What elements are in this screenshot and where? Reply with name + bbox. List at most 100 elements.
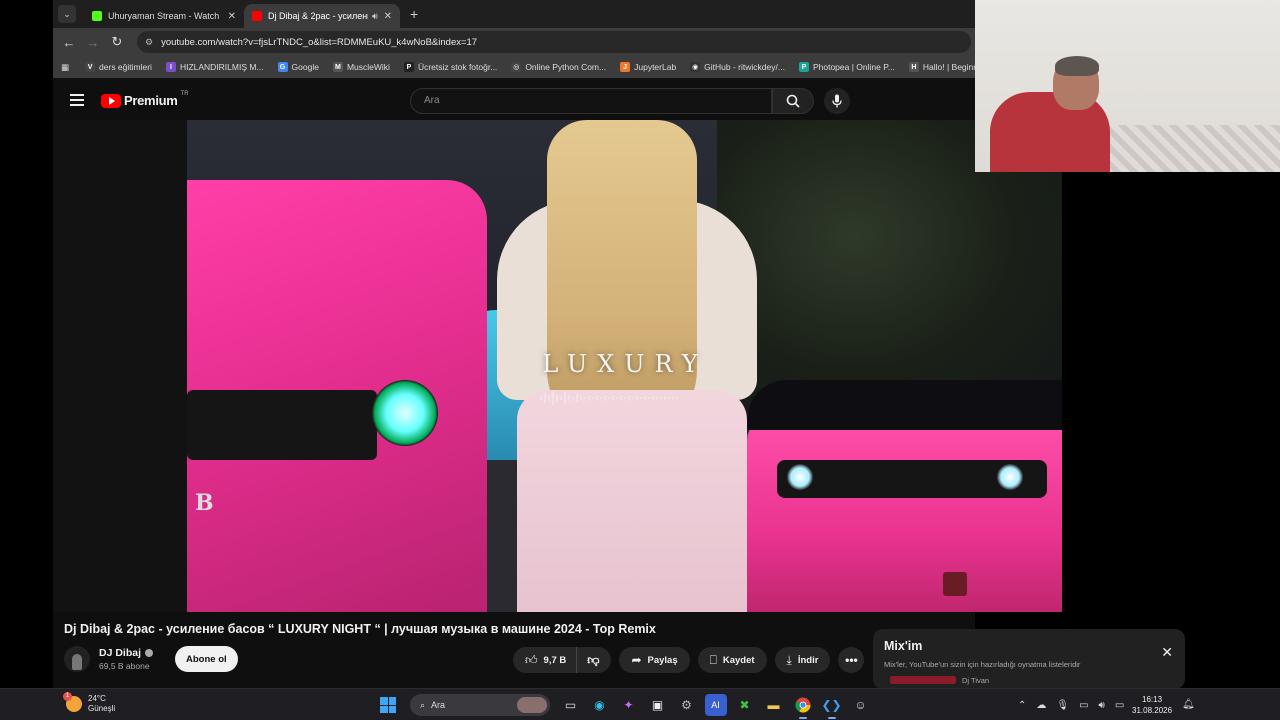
xbox-icon[interactable]: ✖	[734, 694, 756, 716]
bookmark-icon: ◎	[511, 62, 522, 72]
download-button[interactable]: ⤓ İndir	[774, 647, 831, 673]
bookmark-label: GitHub - ritwickdey/...	[704, 62, 785, 72]
bookmark-icon: H	[908, 62, 919, 72]
video-title: Dj Dibaj & 2pac - усиление басов “ LUXUR…	[64, 622, 656, 636]
tab-label: Dj Dibaj & 2pac - усилени	[268, 11, 368, 21]
owner-row: DJ Dibaj 69,5 B abone Abone ol	[64, 645, 238, 673]
bookmark-github[interactable]: ◉ GitHub - ritwickdey/...	[690, 62, 785, 72]
close-icon[interactable]: ✕	[228, 11, 236, 22]
bookmark-icon: V	[85, 62, 96, 72]
github-copilot-icon[interactable]: ☺	[850, 694, 872, 716]
bookmarks-bar: ▦ Vders eğitimleri I HIZLANDIRILMIŞ M... …	[53, 56, 1001, 78]
bookmark-ders[interactable]: Vders eğitimleri	[85, 62, 152, 72]
bookmark-label: Ücretsiz stok fotoğr...	[417, 62, 498, 72]
dislike-button[interactable]: 👎︎	[577, 653, 611, 668]
voice-search-button[interactable]	[824, 88, 850, 114]
subscriber-count: 69,5 B abone	[99, 661, 150, 671]
close-icon[interactable]: ✕	[384, 11, 392, 22]
search-input[interactable]: Ara	[410, 88, 772, 114]
video-player[interactable]: B LUXURY	[53, 120, 1062, 612]
address-bar[interactable]: ⚙ youtube.com/watch?v=fjsLrTNDC_o&list=R…	[137, 31, 971, 53]
bookmark-icon: I	[165, 62, 176, 72]
tab-search-button[interactable]: ⌄	[58, 5, 76, 23]
bookmark-jupyterlab[interactable]: J JupyterLab	[620, 62, 676, 72]
chevron-up-icon[interactable]: ⌃	[1018, 700, 1026, 711]
speaker-icon[interactable]: 🔊︎	[372, 11, 378, 22]
bookmark-label: Google	[291, 62, 319, 72]
subscribe-button[interactable]: Abone ol	[175, 646, 238, 672]
tab-uhuryaman[interactable]: Uhuryaman Stream - Watch Li ✕	[84, 4, 244, 28]
verified-badge-icon	[145, 649, 154, 657]
weather-badge: 1	[63, 692, 72, 701]
share-button[interactable]: ➦ Paylaş	[619, 647, 690, 673]
youtube-premium-logo[interactable]: Premium TR	[101, 91, 189, 108]
more-actions-button[interactable]: •••	[838, 647, 865, 673]
end-screen-thumbnail[interactable]	[943, 572, 967, 596]
mix-item-thumbnail[interactable]	[890, 676, 956, 684]
reload-icon[interactable]: ↻	[105, 34, 129, 50]
thumbs-down-icon: 👎︎	[587, 652, 600, 667]
channel-name-row[interactable]: DJ Dibaj	[99, 647, 154, 659]
video-frame[interactable]: B LUXURY	[187, 120, 1062, 612]
menu-icon[interactable]	[70, 94, 84, 106]
bookmark-stok-foto[interactable]: P Ücretsiz stok fotoğr...	[403, 62, 498, 72]
vscode-icon[interactable]: ❮❯	[821, 694, 843, 719]
github-icon: ◉	[690, 62, 701, 72]
download-label: İndir	[797, 654, 819, 666]
search-button[interactable]	[772, 88, 814, 114]
windows-start-icon[interactable]	[380, 697, 396, 713]
notification-bell-icon[interactable]: 🔔︎	[1182, 699, 1195, 710]
bookmark-label: MuscleWiki	[346, 62, 390, 72]
logo-text: Premium	[124, 93, 178, 108]
apps-grid-icon[interactable]: ▦	[61, 62, 69, 73]
weather-temp: 24°C	[88, 694, 106, 703]
microphone-icon[interactable]: 🎙︎	[1056, 700, 1069, 711]
battery-icon[interactable]: ▭	[1115, 700, 1124, 711]
channel-name[interactable]: DJ Dibaj	[99, 647, 141, 659]
edge-icon[interactable]: ◉	[589, 694, 611, 716]
weather-text: 24°C Güneşli	[88, 694, 115, 714]
bookmark-photopea[interactable]: P Photopea | Online P...	[798, 62, 895, 72]
back-arrow-icon[interactable]: ←	[57, 35, 81, 50]
task-view-icon[interactable]: ▭	[560, 694, 582, 716]
new-tab-button[interactable]: +	[410, 6, 418, 22]
bookmark-label: JupyterLab	[634, 62, 677, 72]
bookmark-label: Online Python Com...	[525, 62, 607, 72]
display-icon[interactable]: ▭	[1079, 700, 1088, 711]
clock-time: 16:13	[1142, 695, 1163, 704]
settings-gear-icon[interactable]: ⚙	[676, 694, 698, 716]
taskbar-search[interactable]: ⌕ Ara	[410, 694, 550, 716]
share-label: Paylaş	[647, 654, 678, 666]
chrome-icon[interactable]	[792, 694, 814, 719]
webcam-overlay	[975, 0, 1280, 172]
clock[interactable]: 16:13 31.08.2026	[1132, 694, 1172, 716]
store-icon[interactable]: ▣	[647, 694, 669, 716]
bookmark-google[interactable]: G Google	[277, 62, 319, 72]
weather-widget[interactable]: 1 24°C Güneşli	[63, 692, 115, 714]
forward-arrow-icon[interactable]: →	[81, 35, 105, 50]
taskbar-apps: ⌕ Ara ▭ ◉ ✦ ▣ ⚙ AI ✖ ▬ ❮❯ ☺	[380, 694, 875, 719]
like-dislike-group: 👍︎ 9,7 B 👎︎	[513, 647, 612, 673]
mix-title: Mix'im	[884, 639, 923, 653]
headlight	[372, 380, 438, 446]
close-icon[interactable]: ✕	[1161, 644, 1173, 661]
bookmark-hizlandirilmis[interactable]: I HIZLANDIRILMIŞ M...	[165, 62, 264, 72]
save-button[interactable]: ⎕ Kaydet	[697, 647, 767, 673]
pink-car-left: B	[187, 180, 487, 612]
bookmark-musclewiki[interactable]: M MuscleWiki	[332, 62, 390, 72]
volume-icon[interactable]: 🔊︎	[1099, 700, 1105, 711]
mix-item-channel[interactable]: Dj Tivan	[962, 676, 989, 685]
tab-youtube-active[interactable]: Dj Dibaj & 2pac - усилени 🔊︎ ✕	[244, 4, 400, 28]
like-count: 9,7 B	[543, 654, 567, 666]
bookmark-online-python[interactable]: ◎ Online Python Com...	[511, 62, 606, 72]
channel-avatar[interactable]	[64, 646, 90, 672]
file-explorer-icon[interactable]: ▬	[763, 694, 785, 716]
save-label: Kaydet	[722, 654, 755, 666]
cloud-icon[interactable]: ☁	[1036, 700, 1046, 711]
bookmark-icon: P	[403, 62, 414, 72]
photopea-icon: P	[798, 62, 809, 72]
site-info-icon[interactable]: ⚙	[145, 37, 153, 48]
like-button[interactable]: 👍︎ 9,7 B	[513, 647, 578, 673]
ai-app-icon[interactable]: AI	[704, 694, 727, 716]
copilot-icon[interactable]: ✦	[618, 694, 640, 716]
